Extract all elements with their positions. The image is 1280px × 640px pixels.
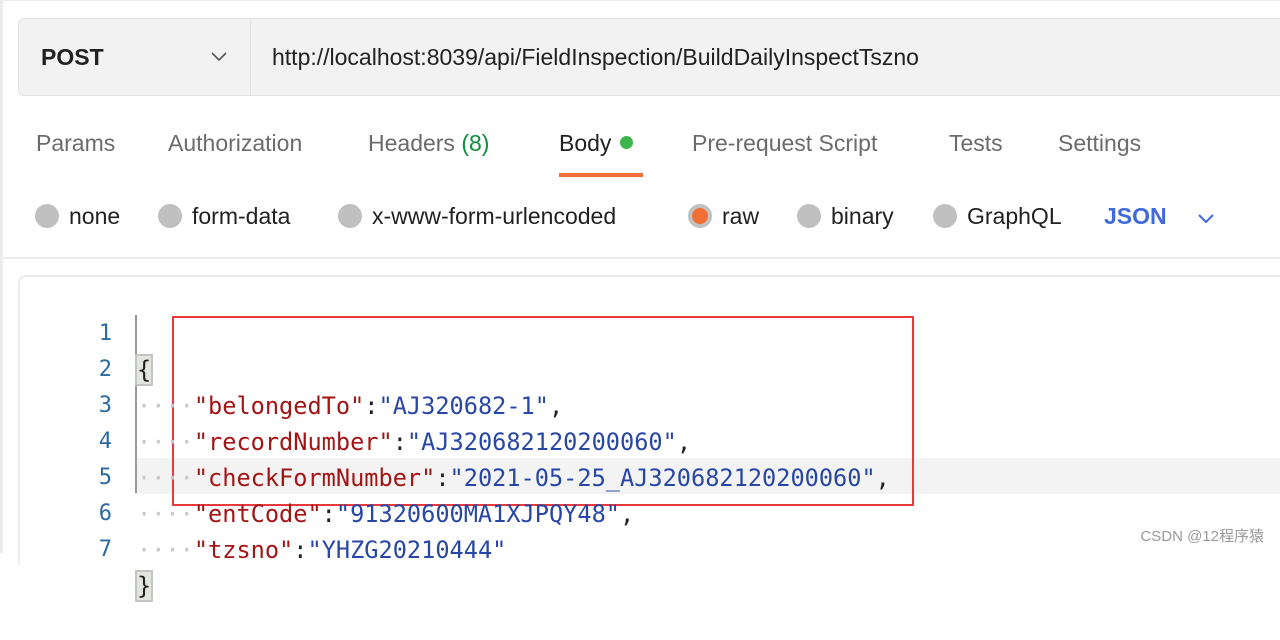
request-bar: POST http://localhost:8039/api/FieldInsp… <box>18 18 1280 96</box>
radio-label: GraphQL <box>967 203 1062 229</box>
radio-label: binary <box>831 203 894 229</box>
tab-headers-label: Headers <box>368 130 455 156</box>
code-line: 1 { <box>20 280 1280 386</box>
line-number: 7 <box>98 537 112 562</box>
radio-label: form-data <box>192 203 291 229</box>
radio-circle-icon <box>338 204 362 228</box>
radio-none[interactable]: none <box>35 203 120 230</box>
radio-circle-icon <box>933 204 957 228</box>
active-tab-underline <box>559 173 643 177</box>
close-brace: } <box>134 570 154 602</box>
method-select[interactable]: POST <box>19 19 251 95</box>
code-line: 5 ····"entCode":"91320600MA1XJPQY48", <box>20 424 1280 528</box>
radio-label: x-www-form-urlencoded <box>372 203 617 229</box>
tab-settings[interactable]: Settings <box>1058 130 1141 157</box>
radio-form-data[interactable]: form-data <box>158 203 290 230</box>
code-line: 2 ····"belongedTo":"AJ320682-1", <box>20 316 1280 420</box>
tab-headers[interactable]: Headers (8) <box>368 130 489 157</box>
divider <box>0 257 1280 259</box>
code-line: 3 ····"recordNumber":"AJ320682120200060"… <box>20 352 1280 456</box>
format-select[interactable]: JSON <box>1104 203 1167 230</box>
headers-count: (8) <box>461 130 490 156</box>
radio-label: none <box>69 203 121 229</box>
radio-selected-icon <box>688 204 712 228</box>
radio-binary[interactable]: binary <box>797 203 894 230</box>
tab-tests[interactable]: Tests <box>949 130 1003 157</box>
code-line: 4 ····"checkFormNumber":"2021-05-25_AJ32… <box>20 388 1280 492</box>
json-value: "YHZG20210444" <box>307 536 507 564</box>
body-indicator-dot-icon <box>620 136 634 149</box>
radio-x-www-form-urlencoded[interactable]: x-www-form-urlencoded <box>338 203 616 230</box>
chevron-down-icon <box>211 52 227 62</box>
tab-body-label: Body <box>559 130 612 156</box>
chevron-down-icon[interactable] <box>1196 208 1216 228</box>
code-line-current: 6 ····"tzsno":"YHZG20210444" <box>20 460 1280 564</box>
frame-top-border <box>0 0 1280 1</box>
frame-left-border <box>0 0 3 553</box>
tab-authorization[interactable]: Authorization <box>168 130 302 157</box>
method-label: POST <box>41 44 104 70</box>
json-key: "tzsno" <box>193 536 294 564</box>
radio-label: raw <box>722 203 760 229</box>
watermark: CSDN @12程序猿 <box>1140 528 1264 545</box>
radio-circle-icon <box>797 204 821 228</box>
radio-raw[interactable]: raw <box>688 203 759 230</box>
tab-body[interactable]: Body <box>559 130 634 157</box>
code-line: 7 } <box>20 496 1280 602</box>
url-input[interactable]: http://localhost:8039/api/FieldInspectio… <box>272 44 919 71</box>
radio-circle-icon <box>158 204 182 228</box>
radio-graphql[interactable]: GraphQL <box>933 203 1062 230</box>
radio-circle-icon <box>35 204 59 228</box>
code-editor[interactable]: 1 { 2 ····"belongedTo":"AJ320682-1", 3 ·… <box>18 275 1280 602</box>
tab-pre-request-script[interactable]: Pre-request Script <box>692 130 877 157</box>
tab-params[interactable]: Params <box>36 130 115 157</box>
